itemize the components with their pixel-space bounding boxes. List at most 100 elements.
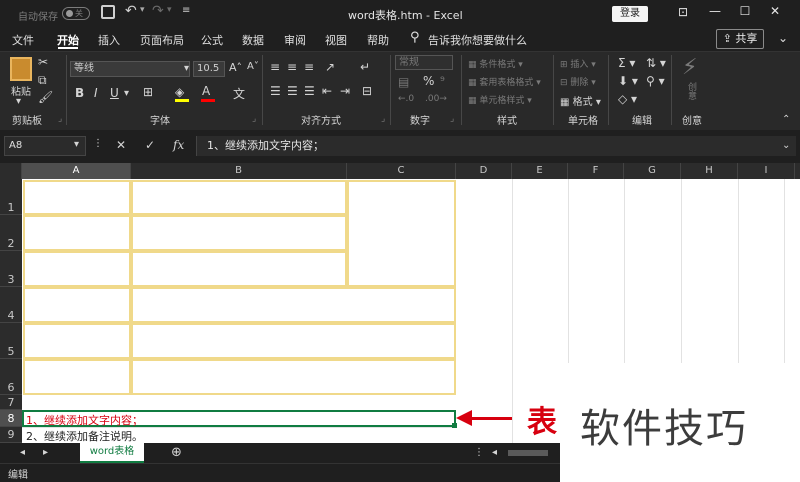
column-header-b[interactable]: B	[131, 163, 347, 179]
minimize-icon[interactable]: —	[700, 4, 730, 18]
redo-icon[interactable]: ↷	[152, 3, 164, 19]
formula-bar-handle-icon[interactable]: ⋮	[93, 138, 103, 149]
row-header-5[interactable]: 5	[0, 323, 22, 359]
redo-dropdown-icon[interactable]: ▾	[167, 5, 172, 15]
align-top-icon[interactable]: ≡	[270, 60, 280, 74]
horizontal-scrollbar[interactable]	[508, 450, 548, 456]
name-box-dropdown-icon[interactable]: ▾	[74, 139, 79, 150]
clipboard-launcher-icon[interactable]: ⌟	[58, 114, 62, 124]
merge-center-icon[interactable]: ⊟	[362, 84, 372, 98]
row-header-3[interactable]: 3	[0, 251, 22, 287]
row-header-6[interactable]: 6	[0, 359, 22, 395]
column-header-a[interactable]: A	[22, 163, 131, 179]
sheet-tab-word-table[interactable]: word表格	[80, 443, 144, 463]
expand-formula-icon[interactable]: ⌄	[782, 140, 790, 151]
tab-home[interactable]: 开始	[57, 32, 79, 48]
cut-icon[interactable]: ✂	[38, 55, 48, 69]
format-painter-icon[interactable]: 🖌	[38, 90, 53, 104]
tab-view[interactable]: 视图	[325, 32, 347, 48]
fill-color-icon[interactable]: ◈	[175, 85, 184, 99]
column-header-d[interactable]: D	[456, 163, 512, 179]
delete-cells-button[interactable]: ⊟ 删除 ▾	[560, 75, 596, 88]
increase-indent-icon[interactable]: ⇥	[340, 84, 350, 98]
table-cell[interactable]	[131, 251, 347, 287]
select-all-button[interactable]	[0, 163, 22, 179]
undo-dropdown-icon[interactable]: ▾	[140, 5, 145, 15]
column-header-i[interactable]: I	[738, 163, 795, 179]
table-cell-merged[interactable]	[131, 287, 456, 323]
maximize-icon[interactable]: ☐	[730, 4, 760, 18]
fill-icon[interactable]: ⬇ ▾	[618, 74, 638, 88]
accounting-format-icon[interactable]: ▤	[398, 75, 409, 89]
row-header-4[interactable]: 4	[0, 287, 22, 323]
column-header-g[interactable]: G	[624, 163, 681, 179]
conditional-format-button[interactable]: ▦ 条件格式 ▾	[468, 57, 523, 70]
increase-decimal-icon[interactable]: ←.0	[398, 94, 414, 104]
borders-icon[interactable]: ⊞	[143, 85, 153, 99]
table-cell-merged[interactable]	[131, 323, 456, 359]
table-cell[interactable]	[131, 215, 347, 251]
underline-dropdown-icon[interactable]: ▾	[124, 88, 129, 99]
phonetic-icon[interactable]: 文	[233, 85, 245, 102]
row-header-2[interactable]: 2	[0, 215, 22, 251]
tab-insert[interactable]: 插入	[98, 32, 120, 48]
table-cell[interactable]	[131, 180, 347, 215]
font-name-dropdown-icon[interactable]: ▾	[184, 63, 189, 74]
wrap-text-icon[interactable]: ↵	[360, 60, 370, 74]
clear-icon[interactable]: ◇ ▾	[618, 92, 637, 106]
table-cell[interactable]	[23, 251, 131, 287]
hscroll-left-icon[interactable]: ◂	[492, 447, 497, 458]
paste-dropdown-icon[interactable]: ▾	[16, 96, 21, 107]
orientation-icon[interactable]: ↗	[325, 60, 335, 74]
cancel-entry-icon[interactable]: ✕	[116, 138, 126, 152]
number-launcher-icon[interactable]: ⌟	[450, 114, 454, 124]
align-bottom-icon[interactable]: ≡	[304, 60, 314, 74]
undo-icon[interactable]: ↶	[125, 3, 137, 19]
sort-filter-icon[interactable]: ⇅ ▾	[646, 56, 666, 70]
scroll-tabs-right-icon[interactable]: ▸	[43, 447, 48, 458]
ribbon-display-icon[interactable]: ⊡	[668, 5, 698, 19]
decrease-font-icon[interactable]: A˅	[247, 61, 259, 72]
font-color-icon[interactable]: A	[202, 84, 210, 98]
table-cell[interactable]	[23, 287, 131, 323]
number-format-combo[interactable]: 常规	[395, 55, 453, 70]
share-button[interactable]: ⇪ 共享	[716, 29, 764, 49]
table-cell-merged[interactable]	[131, 359, 456, 395]
font-size-combo[interactable]: 10.5	[193, 61, 225, 77]
cell-styles-button[interactable]: ▦ 单元格样式 ▾	[468, 93, 532, 106]
find-select-icon[interactable]: ⚲ ▾	[646, 74, 665, 88]
tell-me-search[interactable]: 告诉我你想要做什么	[428, 32, 527, 48]
tab-page-layout[interactable]: 页面布局	[140, 32, 184, 48]
align-left-icon[interactable]: ☰	[270, 84, 281, 98]
row-header-1[interactable]: 1	[0, 179, 22, 215]
paste-icon[interactable]	[10, 57, 32, 81]
collapse-ribbon-icon[interactable]: ⌄	[778, 31, 788, 45]
tab-file[interactable]: 文件	[12, 32, 34, 48]
plus-circle-icon[interactable]: ⊕	[171, 445, 182, 460]
format-cells-button[interactable]: ▦ 格式 ▾	[560, 93, 601, 108]
column-header-e[interactable]: E	[512, 163, 568, 179]
confirm-entry-icon[interactable]: ✓	[145, 138, 155, 152]
insert-function-icon[interactable]: fx	[173, 138, 184, 152]
copy-icon[interactable]: ⧉	[38, 73, 47, 88]
table-cell[interactable]	[23, 215, 131, 251]
align-middle-icon[interactable]: ≡	[287, 60, 297, 74]
alignment-launcher-icon[interactable]: ⌟	[381, 114, 385, 124]
italic-icon[interactable]: I	[94, 86, 98, 100]
close-icon[interactable]: ✕	[760, 4, 790, 18]
tab-formulas[interactable]: 公式	[201, 32, 223, 48]
autosum-icon[interactable]: Σ ▾	[618, 56, 635, 70]
font-launcher-icon[interactable]: ⌟	[252, 114, 256, 124]
table-cell[interactable]	[23, 180, 131, 215]
scroll-tabs-left-icon[interactable]: ◂	[20, 447, 25, 458]
tabs-splitter-icon[interactable]: ⋮	[474, 447, 484, 458]
align-center-icon[interactable]: ☰	[287, 84, 298, 98]
bold-icon[interactable]: B	[75, 86, 84, 100]
format-as-table-button[interactable]: ▦ 套用表格格式 ▾	[468, 75, 541, 88]
column-header-c[interactable]: C	[347, 163, 456, 179]
percent-icon[interactable]: %	[423, 74, 434, 88]
increase-font-icon[interactable]: A˄	[229, 61, 242, 74]
align-right-icon[interactable]: ☰	[304, 84, 315, 98]
autosave-toggle[interactable]: 关	[62, 7, 90, 20]
ribbon-collapse-icon[interactable]: ⌃	[782, 114, 790, 125]
